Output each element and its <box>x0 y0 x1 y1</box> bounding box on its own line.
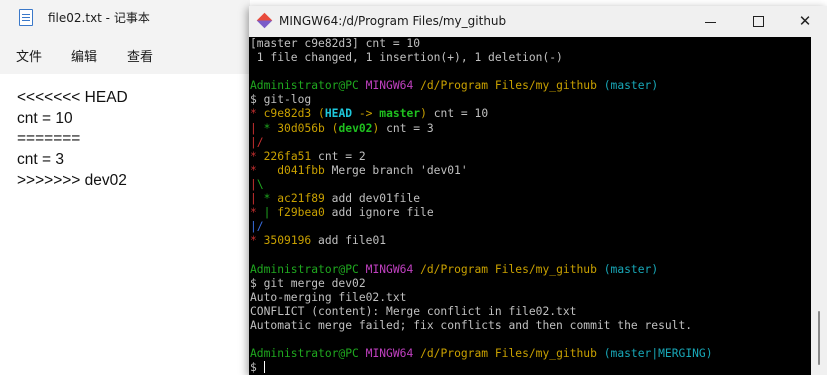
graph-node: * <box>250 149 257 163</box>
prompt-system: MINGW64 <box>365 347 414 361</box>
notepad-text-area[interactable]: <<<<<<< HEAD cnt = 10 ======= cnt = 3 >>… <box>17 88 128 191</box>
prompt-symbol: $ <box>250 361 257 375</box>
graph-node: * <box>256 121 271 135</box>
graph-bar: | <box>250 192 257 206</box>
notepad-menubar: 文件 编辑 查看 <box>0 36 250 74</box>
log-line: * d041fbb Merge branch 'dev01' <box>250 164 713 178</box>
commit-message: cnt = 3 <box>379 121 434 135</box>
prompt-branch: (master) <box>603 79 659 93</box>
command-line: $ git merge dev02 <box>250 276 366 290</box>
prompt-user: Administrator@PC <box>250 347 359 361</box>
notepad-title: file02.txt - 记事本 <box>48 11 150 25</box>
ref-close: ) <box>420 107 427 121</box>
graph-bar: | <box>256 206 271 220</box>
commit-hash: c9e82d3 <box>263 107 312 121</box>
prompt-system: MINGW64 <box>365 79 414 93</box>
prompt-path: /d/Program Files/my_github <box>420 347 597 361</box>
terminal-scrollbar[interactable] <box>811 37 827 375</box>
graph-node: * <box>250 107 257 121</box>
graph-merge: |/ <box>250 220 264 234</box>
prompt-system: MINGW64 <box>365 262 414 276</box>
text-line: cnt = 10 <box>17 109 73 127</box>
commit-message: add ignore file <box>324 206 434 220</box>
graph-merge: |/ <box>250 135 264 149</box>
commit-hash: ac21f89 <box>277 192 325 206</box>
graph-bar: | <box>250 177 257 191</box>
commit-message: add dev01file <box>324 192 421 206</box>
notepad-titlebar[interactable]: file02.txt - 记事本 <box>0 0 250 36</box>
graph-line: |\ <box>250 178 713 192</box>
text-line: cnt = 3 <box>17 151 64 169</box>
output-line: Automatic merge failed; fix conflicts an… <box>250 318 693 332</box>
maximize-icon <box>753 16 764 27</box>
menu-edit[interactable]: 编辑 <box>71 46 97 65</box>
graph-node: * <box>250 234 257 248</box>
log-line: * 3509196 add file01 <box>250 234 713 248</box>
terminal-content[interactable]: [master c9e82d3] cnt = 10 1 file changed… <box>249 37 811 375</box>
commit-message: cnt = 10 <box>426 107 489 121</box>
commit-hash: f29bea0 <box>277 206 325 220</box>
graph-bar: | <box>250 121 257 135</box>
terminal-window: MINGW64:/d/Program Files/my_github ✕ [ma… <box>249 6 827 375</box>
prompt-line: Administrator@PC MINGW64 /d/Program File… <box>250 263 713 277</box>
ref-branch: master <box>379 107 421 121</box>
commit-hash: 30d056b <box>277 121 325 135</box>
command-line: $ git-log <box>250 93 312 107</box>
log-line: * 226fa51 cnt = 2 <box>250 150 713 164</box>
maximize-button[interactable] <box>747 10 771 32</box>
graph-node: * <box>250 163 257 177</box>
terminal-titlebar[interactable]: MINGW64:/d/Program Files/my_github ✕ <box>249 6 827 37</box>
notepad-window: file02.txt - 记事本 文件 编辑 查看 <<<<<<< HEAD c… <box>0 0 250 375</box>
prompt-branch: (master) <box>603 262 659 276</box>
commit-hash: 3509196 <box>263 234 312 248</box>
commit-message: cnt = 2 <box>311 149 366 163</box>
commit-message: add file01 <box>311 234 387 248</box>
commit-hash: d041fbb <box>277 163 325 177</box>
text-line: >>>>>>> dev02 <box>17 171 127 189</box>
ref-head: HEAD <box>324 107 353 121</box>
notepad-app-icon <box>19 9 33 26</box>
prompt-user: Administrator@PC <box>250 79 359 93</box>
commit-hash: 226fa51 <box>263 149 312 163</box>
graph-node: * <box>256 192 271 206</box>
close-icon: ✕ <box>798 12 812 30</box>
log-line: * | f29bea0 add ignore file <box>250 206 713 220</box>
close-button[interactable]: ✕ <box>793 10 817 32</box>
prompt-path: /d/Program Files/my_github <box>420 79 597 93</box>
graph-branch: \ <box>256 177 264 191</box>
menu-file[interactable]: 文件 <box>16 46 42 65</box>
output-line: 1 file changed, 1 insertion(+), 1 deleti… <box>250 51 563 65</box>
minimize-icon <box>705 22 716 23</box>
output-line: CONFLICT (content): Merge conflict in fi… <box>250 304 577 318</box>
graph-line: |/ <box>250 220 713 234</box>
graph-line: |/ <box>250 136 713 150</box>
output-line: [master c9e82d3] cnt = 10 <box>250 37 421 50</box>
input-line[interactable]: $ <box>250 361 713 375</box>
terminal-title: MINGW64:/d/Program Files/my_github <box>279 14 507 28</box>
git-bash-icon <box>256 12 273 29</box>
menu-view[interactable]: 查看 <box>127 46 153 65</box>
graph-node: * <box>250 206 257 220</box>
ref-arrow: -> <box>352 107 380 121</box>
log-line: * c9e82d3 (HEAD -> master) cnt = 10 <box>250 107 713 121</box>
text-cursor <box>263 361 265 374</box>
log-line: | * 30d056b (dev02) cnt = 3 <box>250 122 713 136</box>
ref-branch: dev02 <box>338 121 373 135</box>
log-line: | * ac21f89 add dev01file <box>250 192 713 206</box>
prompt-user: Administrator@PC <box>250 262 359 276</box>
ref-open: ( <box>318 107 325 121</box>
text-line: ======= <box>17 130 81 148</box>
prompt-line: Administrator@PC MINGW64 /d/Program File… <box>250 79 713 93</box>
minimize-button[interactable] <box>699 10 723 32</box>
text-line: <<<<<<< HEAD <box>17 89 128 106</box>
prompt-line: Administrator@PC MINGW64 /d/Program File… <box>250 347 713 361</box>
commit-message: Merge branch 'dev01' <box>324 163 468 177</box>
prompt-branch: (master|MERGING) <box>603 347 713 361</box>
output-line: Auto-merging file02.txt <box>250 290 407 304</box>
scrollbar-thumb[interactable] <box>818 311 820 365</box>
prompt-path: /d/Program Files/my_github <box>420 262 597 276</box>
